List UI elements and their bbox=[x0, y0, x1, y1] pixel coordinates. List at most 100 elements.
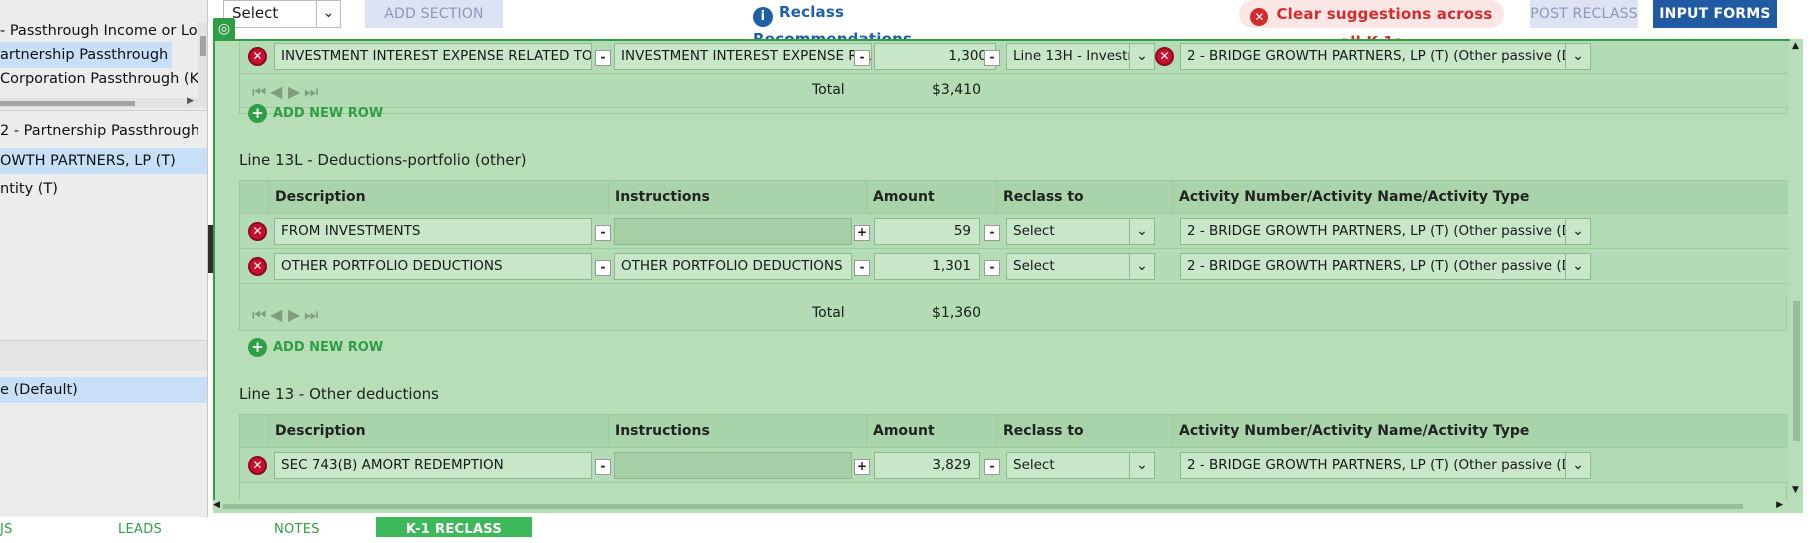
tree-item-label: Corporation Passthrough (K▾ bbox=[0, 71, 198, 87]
instructions-field[interactable] bbox=[614, 452, 852, 479]
target-icon[interactable]: ◎ bbox=[213, 18, 235, 40]
delete-row-icon[interactable]: ✕ bbox=[248, 456, 267, 475]
first-page-icon[interactable]: ⏮ bbox=[252, 82, 266, 102]
collapse-icon[interactable]: - bbox=[984, 50, 1000, 66]
tree-hscrollbar[interactable]: ▶ bbox=[0, 96, 198, 108]
horizontal-scrollbar[interactable]: ◀ ▶ bbox=[213, 500, 1803, 513]
delete-row-icon[interactable]: ✕ bbox=[248, 47, 267, 66]
tree-item-passthrough-income[interactable]: - Passthrough Income or Lo bbox=[0, 18, 198, 44]
tree-scrollbar[interactable] bbox=[198, 22, 207, 108]
reclass-recommendations-link[interactable]: iReclass Recommendations bbox=[753, 0, 983, 48]
scroll-down-arrow-icon[interactable]: ▼ bbox=[1792, 485, 1799, 495]
collapse-icon[interactable]: - bbox=[595, 225, 611, 241]
tab-k1-reclass[interactable]: K-1 RECLASS bbox=[376, 517, 532, 537]
reclass-to-select[interactable]: Select bbox=[1006, 253, 1130, 280]
description-field[interactable]: FROM INVESTMENTS bbox=[274, 218, 592, 245]
collapse-icon[interactable]: - bbox=[984, 459, 1000, 475]
amount-field[interactable]: 59 bbox=[874, 218, 980, 245]
add-new-row-button[interactable]: + ADD NEW ROW bbox=[248, 104, 383, 124]
chevron-down-icon[interactable]: ⌄ bbox=[1129, 452, 1155, 479]
activity-item-label: e (Default) bbox=[0, 382, 78, 398]
activity-select[interactable]: 2 - BRIDGE GROWTH PARTNERS, LP (T) (Othe… bbox=[1180, 218, 1566, 245]
activity-select[interactable]: 2 - BRIDGE GROWTH PARTNERS, LP (T) (Othe… bbox=[1180, 43, 1566, 70]
section-select[interactable]: Select ⌄ bbox=[223, 0, 341, 28]
add-section-button[interactable]: ADD SECTION bbox=[365, 0, 503, 28]
expand-icon[interactable]: + bbox=[854, 459, 870, 475]
collapse-icon[interactable]: - bbox=[854, 50, 870, 66]
reclass-to-select[interactable]: Select bbox=[1006, 452, 1130, 479]
collapse-icon[interactable]: - bbox=[984, 225, 1000, 241]
scroll-thumb[interactable] bbox=[200, 36, 206, 56]
delete-row-icon[interactable]: ✕ bbox=[248, 222, 267, 241]
last-page-icon[interactable]: ⏭ bbox=[304, 305, 318, 325]
clear-reclass-icon[interactable]: ✕ bbox=[1155, 47, 1174, 66]
tree-item-corporation-passthrough[interactable]: Corporation Passthrough (K▾ bbox=[0, 66, 198, 92]
tree-item-entity[interactable]: ntity (T) bbox=[0, 176, 198, 202]
col-instructions: Instructions bbox=[608, 181, 866, 214]
scroll-right-arrow-icon[interactable]: ▶ bbox=[1776, 500, 1783, 510]
scroll-thumb[interactable] bbox=[0, 101, 135, 106]
scroll-left-arrow-icon[interactable]: ◀ bbox=[213, 500, 220, 510]
chevron-down-icon[interactable]: ⌄ bbox=[1129, 43, 1155, 70]
prev-page-icon[interactable]: ◀ bbox=[270, 305, 282, 324]
tree-item-bridge-growth[interactable]: OWTH PARTNERS, LP (T) bbox=[0, 148, 207, 174]
collapse-icon[interactable]: - bbox=[595, 459, 611, 475]
activity-select[interactable]: 2 - BRIDGE GROWTH PARTNERS, LP (T) (Othe… bbox=[1180, 253, 1566, 280]
prev-page-icon[interactable]: ◀ bbox=[270, 82, 282, 101]
chevron-down-icon[interactable]: ⌄ bbox=[1565, 253, 1591, 280]
clear-suggestions-button[interactable]: ✕Clear suggestions across all K-1s bbox=[1239, 0, 1504, 51]
scroll-thumb[interactable] bbox=[1793, 301, 1800, 441]
last-page-icon[interactable]: ⏭ bbox=[304, 82, 318, 102]
plus-icon: + bbox=[248, 338, 267, 357]
delete-row-icon[interactable]: ✕ bbox=[248, 257, 267, 276]
amount-field[interactable]: 1,300 bbox=[874, 43, 996, 70]
reclass-to-select[interactable]: Line 13H - Investm… bbox=[1006, 43, 1130, 70]
col-amount: Amount bbox=[866, 181, 996, 214]
chevron-down-icon[interactable]: ⌄ bbox=[1129, 253, 1155, 280]
activity-item-default[interactable]: e (Default) bbox=[0, 377, 207, 403]
description-field[interactable]: INVESTMENT INTEREST EXPENSE RELATED TO T… bbox=[274, 43, 592, 70]
col-description: Description bbox=[268, 415, 608, 448]
chevron-down-icon[interactable]: ⌄ bbox=[316, 1, 340, 27]
tree-item-label: artnership Passthrough (K-1 bbox=[0, 47, 172, 63]
vertical-scrollbar[interactable]: ▲ ▼ bbox=[1790, 39, 1803, 513]
tree-item-label: OWTH PARTNERS, LP (T) bbox=[0, 153, 176, 169]
amount-field[interactable]: 3,829 bbox=[874, 452, 980, 479]
scroll-right-arrow-icon[interactable]: ▶ bbox=[187, 96, 194, 106]
reclass-to-select[interactable]: Select bbox=[1006, 218, 1130, 245]
amount-field[interactable]: 1,301 bbox=[874, 253, 980, 280]
scroll-thumb[interactable] bbox=[223, 504, 1743, 509]
col-instructions: Instructions bbox=[608, 415, 866, 448]
table-row: ✕ FROM INVESTMENTS - + 59 - Select ⌄ 2 -… bbox=[240, 214, 1788, 249]
tree-item-partnership-passthrough[interactable]: artnership Passthrough (K-1 bbox=[0, 42, 172, 68]
table-footer: ⏮ ◀ ▶ ⏭ Total $1,360 bbox=[239, 297, 1787, 331]
first-page-icon[interactable]: ⏮ bbox=[252, 305, 266, 325]
description-field[interactable]: OTHER PORTFOLIO DEDUCTIONS bbox=[274, 253, 592, 280]
collapse-icon[interactable]: - bbox=[854, 260, 870, 276]
tree-item-partnership-k1[interactable]: 2 - Partnership Passthrough (K- bbox=[0, 118, 198, 144]
collapse-icon[interactable]: - bbox=[595, 260, 611, 276]
instructions-field[interactable] bbox=[614, 218, 852, 245]
col-activity: Activity Number/Activity Name/Activity T… bbox=[1172, 181, 1788, 214]
post-reclass-button[interactable]: POST RECLASS bbox=[1530, 0, 1638, 28]
chevron-down-icon[interactable]: ⌄ bbox=[1565, 452, 1591, 479]
instructions-field[interactable]: INVESTMENT INTEREST EXPENSE RELATED T bbox=[614, 43, 872, 70]
tab-js[interactable]: JS bbox=[0, 517, 20, 537]
tab-notes[interactable]: NOTES bbox=[274, 517, 334, 537]
next-page-icon[interactable]: ▶ bbox=[288, 305, 300, 324]
collapse-icon[interactable]: - bbox=[984, 260, 1000, 276]
chevron-down-icon[interactable]: ⌄ bbox=[1565, 43, 1591, 70]
expand-icon[interactable]: + bbox=[854, 225, 870, 241]
instructions-field[interactable]: OTHER PORTFOLIO DEDUCTIONS bbox=[614, 253, 852, 280]
input-forms-button[interactable]: INPUT FORMS bbox=[1653, 0, 1777, 28]
activity-select[interactable]: 2 - BRIDGE GROWTH PARTNERS, LP (T) (Othe… bbox=[1180, 452, 1566, 479]
activity-header bbox=[0, 341, 207, 371]
scroll-up-arrow-icon[interactable]: ▲ bbox=[1792, 41, 1799, 51]
tab-leads[interactable]: LEADS bbox=[118, 517, 178, 537]
chevron-down-icon[interactable]: ⌄ bbox=[1129, 218, 1155, 245]
add-new-row-button[interactable]: + ADD NEW ROW bbox=[248, 338, 383, 358]
next-page-icon[interactable]: ▶ bbox=[288, 82, 300, 101]
chevron-down-icon[interactable]: ⌄ bbox=[1565, 218, 1591, 245]
description-field[interactable]: SEC 743(B) AMORT REDEMPTION bbox=[274, 452, 592, 479]
collapse-icon[interactable]: - bbox=[595, 50, 611, 66]
